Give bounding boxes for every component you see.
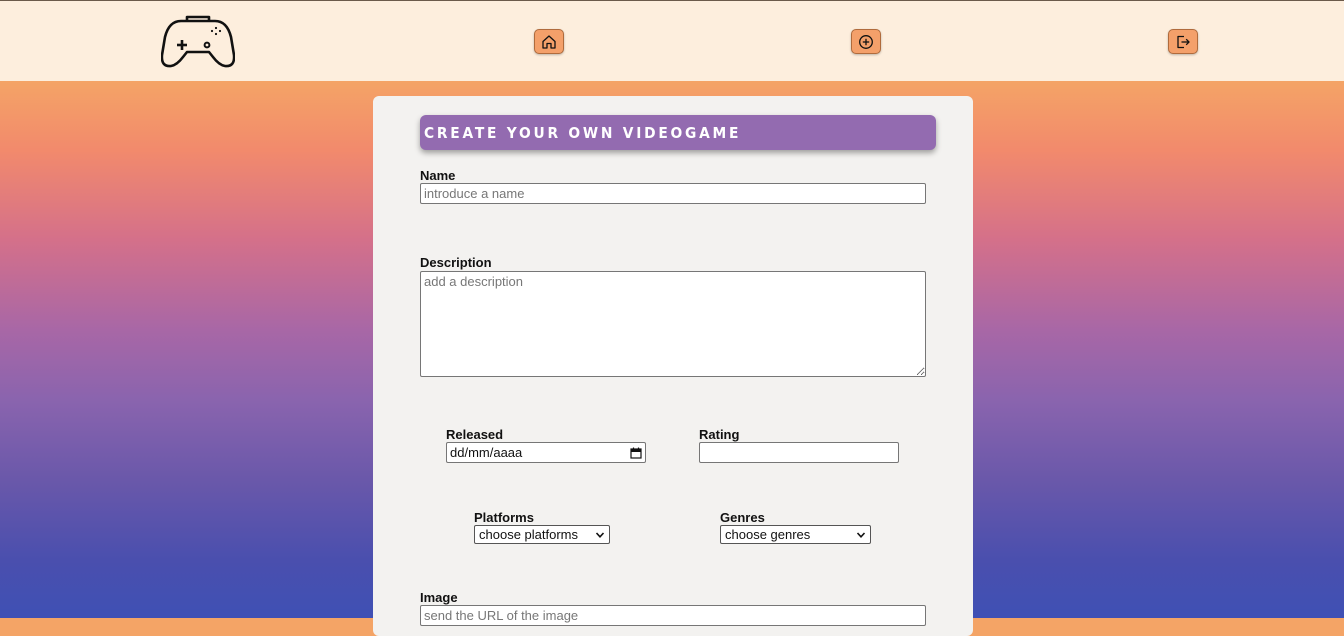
image-url-input[interactable]: [420, 605, 926, 626]
genres-selected: choose genres: [725, 527, 811, 542]
released-date-value: dd/mm/aaaa: [450, 445, 523, 460]
description-label: Description: [420, 255, 492, 270]
home-button[interactable]: [534, 29, 564, 54]
platforms-select[interactable]: choose platforms: [474, 525, 610, 544]
genres-label: Genres: [720, 510, 765, 525]
form-title-bar: Create your own videogame: [420, 115, 936, 150]
chevron-down-icon: [595, 531, 605, 538]
released-date-input[interactable]: dd/mm/aaaa: [446, 442, 646, 463]
name-label: Name: [420, 168, 456, 183]
logout-icon: [1177, 35, 1190, 48]
platforms-label: Platforms: [474, 510, 534, 525]
released-label: Released: [446, 427, 504, 442]
navbar: [0, 0, 1344, 81]
calendar-icon[interactable]: [630, 447, 642, 459]
gamepad-icon[interactable]: [161, 15, 235, 69]
platforms-selected: choose platforms: [479, 527, 578, 542]
chevron-down-icon: [856, 531, 866, 538]
create-game-button[interactable]: [851, 29, 881, 54]
rating-input[interactable]: [699, 442, 899, 463]
genres-select[interactable]: choose genres: [720, 525, 871, 544]
form-title: Create your own videogame: [424, 123, 742, 142]
logout-button[interactable]: [1168, 29, 1198, 54]
name-input[interactable]: [420, 183, 926, 204]
plus-circle-icon: [859, 34, 873, 49]
description-textarea[interactable]: [420, 271, 926, 377]
home-icon: [542, 34, 556, 49]
rating-label: Rating: [699, 427, 740, 442]
image-label: Image: [420, 590, 458, 605]
create-game-form: Create your own videogame Name Descripti…: [373, 96, 973, 636]
